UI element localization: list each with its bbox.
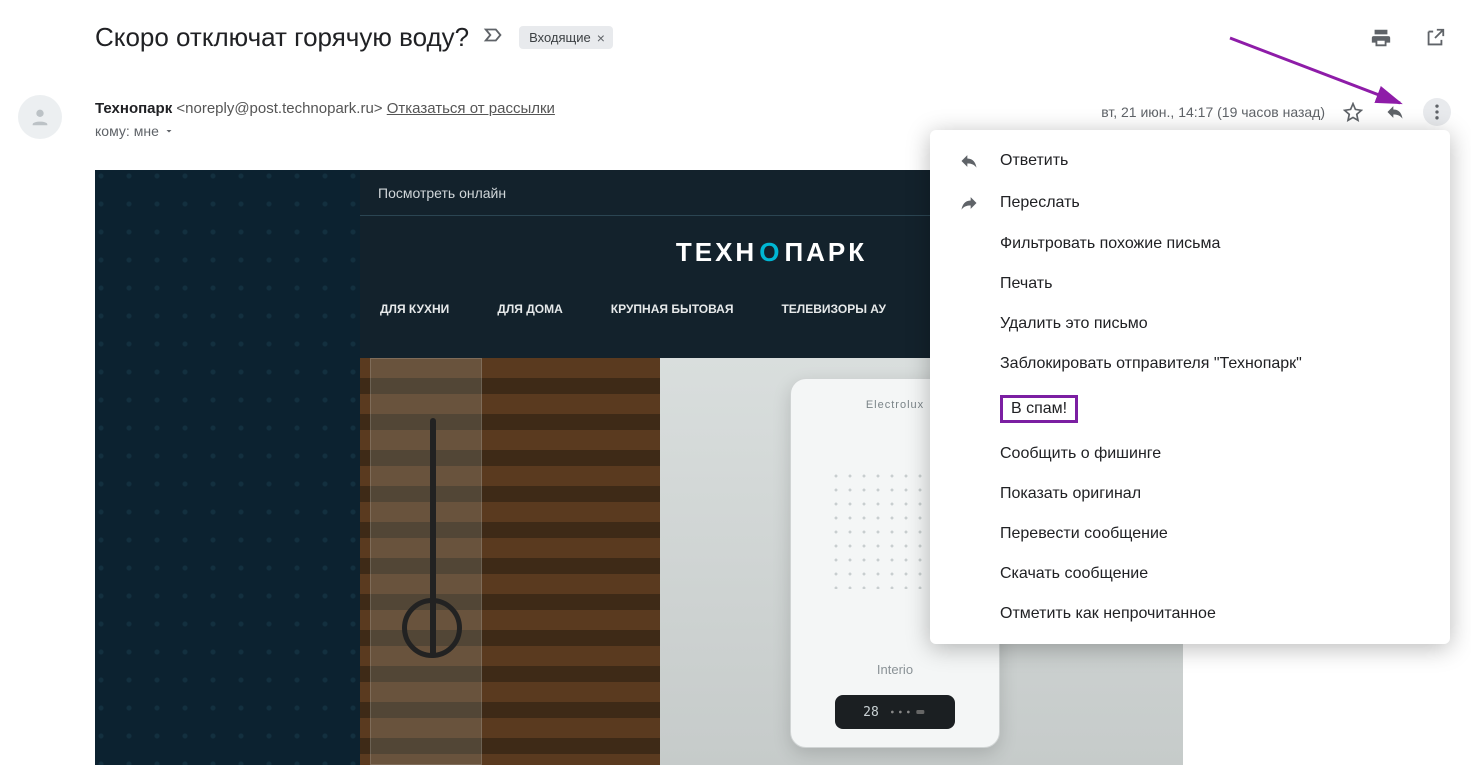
heater-control-panel: 28	[835, 695, 955, 729]
to-value: мне	[134, 123, 159, 139]
menu-print[interactable]: · Печать	[930, 264, 1450, 304]
heater-panel-icons	[887, 705, 927, 719]
to-line[interactable]: кому: мне	[95, 123, 555, 139]
print-icon[interactable]	[1365, 22, 1397, 54]
sender-avatar[interactable]	[18, 95, 62, 139]
sender-email: <noreply@post.technopark.ru>	[176, 100, 382, 117]
message-more-menu: Ответить Переслать · Фильтровать похожие…	[930, 130, 1450, 644]
chip-remove-icon[interactable]: ×	[597, 31, 605, 45]
logo-part-o: О	[759, 237, 782, 268]
menu-report-spam[interactable]: · В спам!	[930, 384, 1450, 434]
menu-label: Перевести сообщение	[1000, 525, 1168, 543]
menu-label: Удалить это письмо	[1000, 315, 1148, 333]
menu-label: Сообщить о фишинге	[1000, 445, 1161, 463]
timestamp: вт, 21 июн., 14:17 (19 часов назад)	[1101, 104, 1325, 120]
to-prefix: кому:	[95, 123, 130, 139]
heater-model: Interio	[791, 662, 999, 677]
logo-part-1: ТЕХН	[676, 237, 757, 268]
label-important-icon[interactable]	[483, 24, 505, 51]
menu-translate[interactable]: · Перевести сообщение	[930, 514, 1450, 554]
menu-label: Показать оригинал	[1000, 485, 1141, 503]
shower-graphic	[400, 418, 470, 718]
view-online-label: Посмотреть онлайн	[378, 185, 506, 201]
menu-report-phishing[interactable]: · Сообщить о фишинге	[930, 434, 1450, 474]
reply-icon[interactable]	[1381, 98, 1409, 126]
heater-temperature-display: 28	[863, 705, 879, 720]
nav-item[interactable]: ТЕЛЕВИЗОРЫ АУ	[781, 302, 886, 316]
menu-filter[interactable]: · Фильтровать похожие письма	[930, 224, 1450, 264]
subject-text: Скоро отключат горячую воду?	[95, 22, 469, 53]
unsubscribe-link[interactable]: Отказаться от рассылки	[387, 100, 555, 117]
from-line: Технопарк <noreply@post.technopark.ru> О…	[95, 100, 555, 117]
top-action-icons	[1365, 22, 1451, 54]
menu-show-original[interactable]: · Показать оригинал	[930, 474, 1450, 514]
nav-item[interactable]: ДЛЯ КУХНИ	[380, 302, 449, 316]
inbox-chip-label: Входящие	[529, 30, 591, 45]
nav-item[interactable]: ДЛЯ ДОМА	[497, 302, 562, 316]
menu-download[interactable]: · Скачать сообщение	[930, 554, 1450, 594]
menu-label: В спам!	[1000, 395, 1078, 423]
shower-head-icon	[402, 598, 462, 658]
message-meta-row: вт, 21 июн., 14:17 (19 часов назад)	[1101, 98, 1451, 126]
menu-label: Фильтровать похожие письма	[1000, 235, 1220, 253]
menu-label: Ответить	[1000, 152, 1068, 170]
hero-bathroom-wall	[360, 358, 660, 765]
sender-name[interactable]: Технопарк	[95, 100, 172, 117]
menu-reply[interactable]: Ответить	[930, 140, 1450, 182]
star-icon[interactable]	[1339, 98, 1367, 126]
inbox-chip[interactable]: Входящие ×	[519, 26, 613, 49]
menu-mark-unread[interactable]: · Отметить как непрочитанное	[930, 594, 1450, 634]
more-menu-button[interactable]	[1423, 98, 1451, 126]
from-block: Технопарк <noreply@post.technopark.ru> О…	[95, 100, 555, 139]
logo-part-2: ПАРК	[784, 237, 867, 268]
open-new-window-icon[interactable]	[1419, 22, 1451, 54]
nav-item[interactable]: КРУПНАЯ БЫТОВАЯ	[611, 302, 734, 316]
forward-arrow-icon	[956, 193, 982, 213]
menu-delete[interactable]: · Удалить это письмо	[930, 304, 1450, 344]
chevron-down-icon	[163, 125, 175, 137]
menu-forward[interactable]: Переслать	[930, 182, 1450, 224]
menu-label: Переслать	[1000, 194, 1080, 212]
menu-label: Отметить как непрочитанное	[1000, 605, 1216, 623]
menu-label: Печать	[1000, 275, 1052, 293]
menu-block-sender[interactable]: · Заблокировать отправителя "Технопарк"	[930, 344, 1450, 384]
subject-row: Скоро отключат горячую воду? Входящие ×	[95, 22, 613, 53]
reply-arrow-icon	[956, 151, 982, 171]
menu-label: Заблокировать отправителя "Технопарк"	[1000, 355, 1302, 373]
menu-label: Скачать сообщение	[1000, 565, 1148, 583]
